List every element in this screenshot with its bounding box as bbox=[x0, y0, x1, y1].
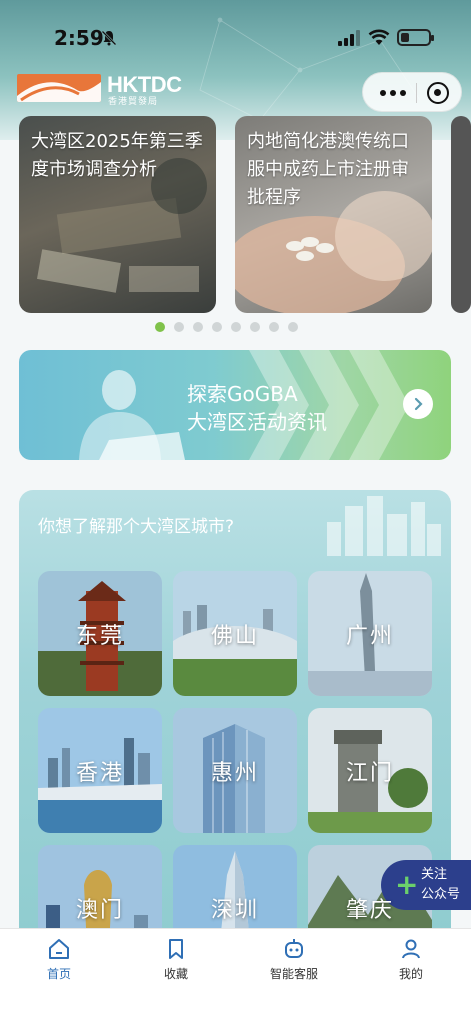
banner-arrow-button[interactable] bbox=[403, 389, 433, 419]
tab-label: 我的 bbox=[398, 967, 423, 981]
hktdc-logo: HKTDC 香港貿發局 bbox=[17, 72, 182, 107]
banner-text: 探索GoGBA 大湾区活动资讯 bbox=[187, 380, 327, 436]
tab-profile[interactable]: 我的 bbox=[371, 937, 451, 982]
battery-level bbox=[401, 33, 409, 42]
article-title: 大湾区2025年第三季度市场调查分析 bbox=[31, 131, 203, 180]
gogba-banner[interactable]: 探索GoGBA 大湾区活动资讯 bbox=[19, 350, 451, 460]
city-label: 深圳 bbox=[210, 897, 259, 923]
close-miniprogram-icon[interactable] bbox=[427, 82, 449, 104]
banner-subtitle: 大湾区活动资讯 bbox=[187, 410, 327, 434]
city-label: 佛山 bbox=[210, 623, 259, 649]
capsule-divider bbox=[416, 83, 417, 103]
tab-label: 首页 bbox=[46, 967, 71, 981]
home-icon bbox=[49, 939, 69, 959]
follow-account-button[interactable]: + 关注 公众号 bbox=[381, 860, 471, 910]
carousel-dot[interactable] bbox=[155, 322, 165, 332]
carousel-dot[interactable] bbox=[269, 322, 279, 332]
bell-off-icon bbox=[101, 30, 117, 46]
user-icon bbox=[402, 939, 420, 959]
article-title: 内地简化港澳传统口服中成药上市注册审批程序 bbox=[247, 131, 409, 208]
logo-mark-icon bbox=[17, 74, 101, 102]
article-card[interactable]: 内地简化港澳传统口服中成药上市注册审批程序 bbox=[235, 116, 432, 313]
city-tile-huizhou[interactable]: 惠州 bbox=[173, 708, 297, 833]
city-tile-dongguan[interactable]: 东莞 bbox=[38, 571, 162, 696]
carousel-indicator bbox=[155, 322, 298, 332]
banner-title: 探索GoGBA bbox=[187, 382, 298, 406]
city-label: 香港 bbox=[75, 760, 124, 786]
city-label: 广州 bbox=[345, 623, 394, 649]
tab-smart-service[interactable]: 智能客服 bbox=[254, 937, 334, 982]
signal-icon bbox=[338, 30, 360, 46]
plus-icon: + bbox=[395, 868, 419, 901]
city-question: 你想了解那个大湾区城市? bbox=[38, 517, 235, 537]
person-laptop-icon bbox=[79, 370, 185, 460]
city-tile-jiangmen[interactable]: 江门 bbox=[308, 708, 432, 833]
skyline-decor-icon bbox=[327, 496, 441, 556]
status-time: 2:59 bbox=[54, 26, 104, 50]
city-tile-foshan[interactable]: 佛山 bbox=[173, 571, 297, 696]
city-tile-guangzhou[interactable]: 广州 bbox=[308, 571, 432, 696]
carousel-dot[interactable] bbox=[193, 322, 203, 332]
carousel-dot[interactable] bbox=[212, 322, 222, 332]
logo-subtitle: 香港貿發局 bbox=[108, 97, 159, 107]
tab-label: 收藏 bbox=[163, 967, 188, 981]
battery-icon bbox=[397, 29, 434, 46]
bookmark-icon bbox=[169, 939, 183, 959]
chevron-decor-icon bbox=[349, 350, 409, 460]
tab-home[interactable]: 首页 bbox=[19, 937, 99, 982]
carousel-dot[interactable] bbox=[231, 322, 241, 332]
carousel-dot[interactable] bbox=[174, 322, 184, 332]
chevron-right-icon bbox=[414, 397, 423, 411]
article-card-partial[interactable] bbox=[451, 116, 471, 313]
miniprogram-capsule bbox=[362, 72, 462, 112]
carousel-dot[interactable] bbox=[288, 322, 298, 332]
article-card[interactable]: 大湾区2025年第三季度市场调查分析 bbox=[19, 116, 216, 313]
tab-label: 智能客服 bbox=[269, 967, 318, 981]
robot-icon bbox=[285, 939, 303, 958]
follow-label: 关注 bbox=[421, 867, 448, 882]
city-label: 肇庆 bbox=[345, 897, 394, 923]
follow-sublabel: 公众号 bbox=[421, 887, 461, 902]
city-label: 东莞 bbox=[75, 623, 124, 649]
carousel-dot[interactable] bbox=[250, 322, 260, 332]
tab-favorites[interactable]: 收藏 bbox=[136, 937, 216, 982]
city-label: 澳门 bbox=[75, 897, 124, 923]
status-bar: 2:59 bbox=[0, 0, 471, 72]
city-tile-hongkong[interactable]: 香港 bbox=[38, 708, 162, 833]
city-label: 惠州 bbox=[210, 760, 259, 786]
follow-text: 关注 公众号 bbox=[421, 865, 460, 905]
bottom-tab-bar: 首页 收藏 智能客服 我的 bbox=[0, 928, 471, 1024]
more-options-icon[interactable] bbox=[375, 79, 411, 107]
wifi-icon bbox=[368, 29, 390, 45]
city-label: 江门 bbox=[345, 760, 394, 786]
